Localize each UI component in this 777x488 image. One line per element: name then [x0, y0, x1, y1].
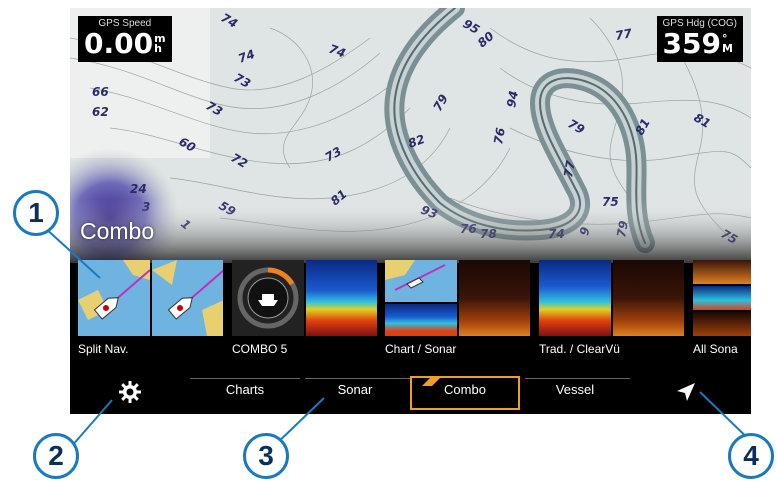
callout-3: 3	[243, 433, 289, 479]
callout-4: 4	[728, 433, 774, 479]
callout-leaders	[43, 226, 759, 456]
callout-2: 2	[33, 433, 79, 479]
callout-1: 1	[13, 190, 59, 236]
